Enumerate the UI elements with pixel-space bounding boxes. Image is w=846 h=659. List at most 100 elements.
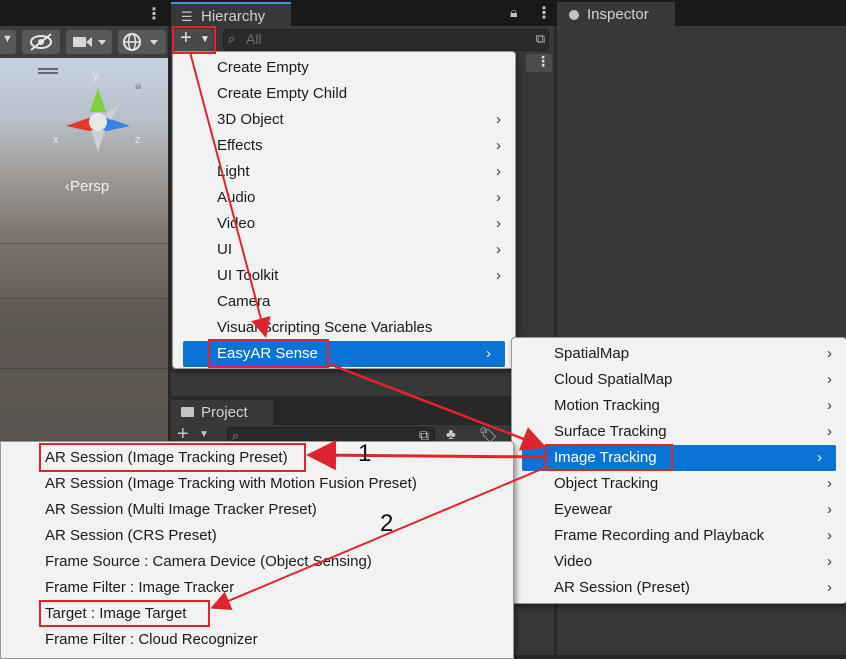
easyar-menu-item-label: SpatialMap <box>554 345 630 362</box>
more-options-icon[interactable]: ⋮ <box>146 4 162 24</box>
camera-settings-button[interactable] <box>66 30 112 54</box>
inspector-tab-title: Inspector <box>587 6 649 23</box>
chevron-right-icon: › <box>827 371 832 388</box>
hierarchy-list-icon: ☰ <box>181 9 193 24</box>
tab-hierarchy[interactable]: ☰ Hierarchy <box>171 2 291 28</box>
chevron-right-icon: › <box>827 527 832 544</box>
easyar-menu-item[interactable]: SpatialMap › <box>512 341 846 367</box>
create-menu-item[interactable]: 3D Object › <box>173 107 515 133</box>
easyar-menu-item[interactable]: Surface Tracking › <box>512 419 846 445</box>
image-tracking-menu-item-label: Frame Filter : Image Tracker <box>45 579 235 596</box>
search-placeholder: All <box>246 31 262 47</box>
info-icon <box>569 10 579 20</box>
highlight-image-tracking <box>545 444 673 471</box>
easyar-menu-item-label: Cloud SpatialMap <box>554 371 673 388</box>
hierarchy-more-icon[interactable]: ⋮ <box>536 3 552 23</box>
folder-icon <box>181 407 194 417</box>
highlight-target-image-target <box>39 600 210 627</box>
axis-x-label: x <box>53 134 59 146</box>
chevron-right-icon: › <box>496 137 501 154</box>
perspective-toggle[interactable]: ‹Persp <box>65 178 109 195</box>
image-tracking-menu-item[interactable]: Frame Filter : Cloud Recognizer <box>1 627 513 653</box>
chevron-right-icon: › <box>827 579 832 596</box>
gizmo-globe-icon <box>123 33 158 51</box>
image-tracking-menu-item[interactable]: AR Session (CRS Preset) <box>1 523 513 549</box>
chevron-right-icon: › <box>827 501 832 518</box>
create-menu-item[interactable]: Camera <box>173 289 515 315</box>
scene-dropdown-button[interactable]: ▼ <box>0 30 16 54</box>
easyar-menu-item[interactable]: Motion Tracking › <box>512 393 846 419</box>
chevron-right-icon: › <box>496 241 501 258</box>
easyar-menu-item[interactable]: Frame Recording and Playback › <box>512 523 846 549</box>
scene-row-menu[interactable]: ⋮ <box>526 53 552 72</box>
create-menu-item-label: Effects <box>217 137 263 154</box>
create-menu-item[interactable]: Light › <box>173 159 515 185</box>
easyar-menu-item[interactable]: AR Session (Preset) › <box>512 575 846 601</box>
search-expand-icon[interactable]: ⧉ <box>536 31 545 47</box>
create-menu-item-label: UI Toolkit <box>217 267 279 284</box>
image-tracking-menu-item[interactable]: Frame Filter : Image Tracker <box>1 575 513 601</box>
chevron-down-icon: ▼ <box>2 33 13 45</box>
easyar-menu-item-label: Surface Tracking <box>554 423 667 440</box>
image-tracking-menu-item[interactable]: Frame Source : Camera Device (Object Sen… <box>1 549 513 575</box>
kebab-icon: ⋮ <box>536 53 550 69</box>
create-menu-item[interactable]: UI › <box>173 237 515 263</box>
create-menu-item-label: Create Empty <box>217 59 309 76</box>
top-tab-strip <box>0 0 846 26</box>
easyar-menu-item[interactable]: Video › <box>512 549 846 575</box>
hierarchy-search-input[interactable]: ⌕ All ⧉ <box>223 29 549 51</box>
camera-icon <box>73 37 106 47</box>
image-tracking-menu-item-label: Frame Filter : Cloud Recognizer <box>45 631 258 648</box>
create-menu-item[interactable]: Audio › <box>173 185 515 211</box>
lock-icon[interactable]: 🔒︎ <box>510 4 517 21</box>
image-tracking-menu-item-label: Frame Source : Camera Device (Object Sen… <box>45 553 372 570</box>
easyar-menu-item[interactable]: Cloud SpatialMap › <box>512 367 846 393</box>
image-tracking-menu-item-label: AR Session (Multi Image Tracker Preset) <box>45 501 317 518</box>
image-tracking-menu-item[interactable]: AR Session (Image Tracking with Motion F… <box>1 471 513 497</box>
gizmos-button[interactable] <box>118 30 166 54</box>
image-tracking-menu-item[interactable]: AR Session (Multi Image Tracker Preset) <box>1 497 513 523</box>
tab-project[interactable]: Project <box>171 400 273 425</box>
create-menu-item-label: Audio <box>217 189 256 206</box>
highlight-easyar-sense <box>208 339 329 368</box>
highlight-ar-session-image-tracking-preset <box>39 443 306 472</box>
chevron-right-icon: › <box>496 215 501 232</box>
chevron-right-icon: › <box>496 189 501 206</box>
create-menu-item-label: 3D Object <box>217 111 284 128</box>
chevron-right-icon: › <box>496 267 501 284</box>
project-tab-title: Project <box>201 404 248 421</box>
hierarchy-tab-title: Hierarchy <box>201 8 266 25</box>
easyar-menu-item[interactable]: Object Tracking › <box>512 471 846 497</box>
create-menu-item[interactable]: Video › <box>173 211 515 237</box>
create-menu-item[interactable]: UI Toolkit › <box>173 263 515 289</box>
create-menu-item[interactable]: Create Empty Child <box>173 81 515 107</box>
chevron-right-icon: › <box>817 449 822 466</box>
highlight-add-button <box>172 26 216 54</box>
easyar-menu-item-label: Video <box>554 553 593 570</box>
create-menu-item[interactable]: Effects › <box>173 133 515 159</box>
image-tracking-menu-item-label: AR Session (CRS Preset) <box>45 527 217 544</box>
chevron-right-icon: › <box>827 475 832 492</box>
axis-z-label: z <box>135 134 141 146</box>
easyar-menu-item[interactable]: Eyewear › <box>512 497 846 523</box>
chevron-right-icon: › <box>827 345 832 362</box>
easyar-menu-item-label: Motion Tracking <box>554 397 660 414</box>
create-menu: Create Empty Create Empty Child 3D Object ›… <box>172 51 516 369</box>
chevron-right-icon: › <box>827 397 832 414</box>
callout-step-1: 1 <box>358 440 372 467</box>
create-menu-item-label: Camera <box>217 293 271 310</box>
create-menu-item-label: UI <box>217 241 232 258</box>
create-menu-item-label: Visual Scripting Scene Variables <box>217 319 433 336</box>
tab-inspector[interactable]: Inspector <box>557 2 675 26</box>
chevron-right-icon: › <box>486 345 491 362</box>
scene-visibility-toggle[interactable] <box>22 30 60 54</box>
search-icon: ⌕ <box>228 31 236 46</box>
create-menu-item-label: Light <box>217 163 250 180</box>
image-tracking-menu-item-label: AR Session (Image Tracking with Motion F… <box>45 475 417 492</box>
create-menu-item[interactable]: Create Empty <box>173 55 515 81</box>
scene-toolbar: ▼ <box>0 26 168 58</box>
create-menu-item[interactable]: Visual Scripting Scene Variables <box>173 315 515 341</box>
easyar-menu-item-label: AR Session (Preset) <box>554 579 690 596</box>
create-menu-item-label: Video <box>217 215 256 232</box>
chevron-right-icon: › <box>827 553 832 570</box>
